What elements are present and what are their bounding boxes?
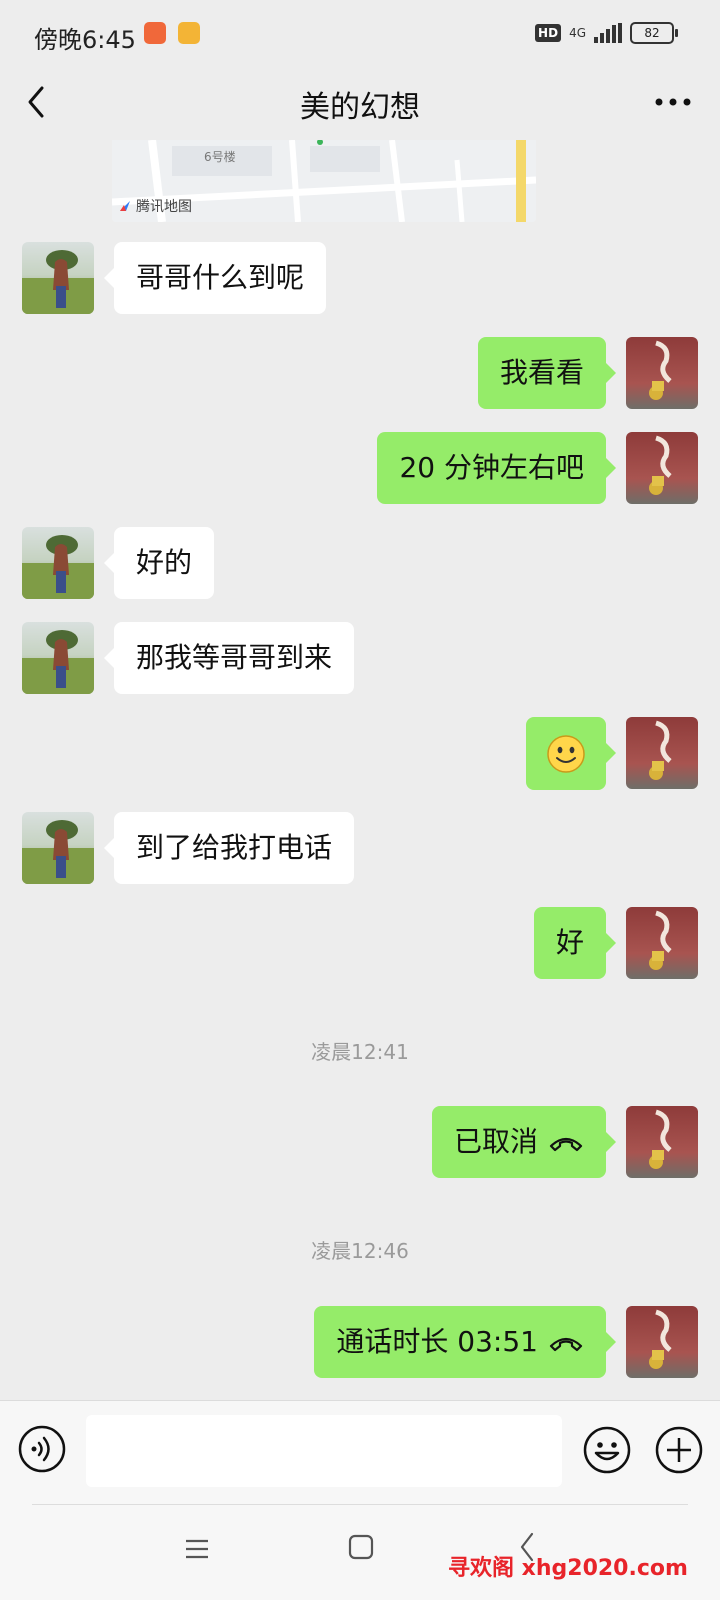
home-icon[interactable] (348, 1534, 374, 1560)
message-outgoing: 已取消 (431, 1106, 698, 1178)
system-nav-bar: 寻欢阁 xhg2020.com (0, 1500, 720, 1600)
message-bubble[interactable] (526, 717, 616, 790)
my-avatar[interactable] (626, 1306, 698, 1378)
phone-hangup-icon (549, 1137, 583, 1152)
map-label-text: 腾讯地图 (136, 199, 192, 215)
message-timestamp: 凌晨12:46 (311, 1239, 409, 1263)
notification-app-icon (178, 22, 200, 44)
message-bubble[interactable]: 我看看 (477, 337, 617, 409)
emoji-icon[interactable] (582, 1425, 632, 1475)
chat-header: 美的幻想 (0, 64, 720, 140)
my-avatar[interactable] (626, 432, 698, 504)
message-incoming: 哥哥什么到呢 (22, 242, 327, 314)
my-avatar[interactable] (626, 337, 698, 409)
my-avatar[interactable] (626, 907, 698, 979)
phone-hangup-icon (549, 1337, 583, 1352)
call-record-bubble[interactable]: 已取消 (431, 1106, 617, 1178)
chat-input-bar (0, 1400, 720, 1501)
call-duration-text: 通话时长 03:51 (336, 1325, 538, 1358)
message-outgoing: 好 (533, 907, 698, 979)
message-bubble[interactable]: 好的 (103, 527, 215, 599)
message-incoming: 到了给我打电话 (22, 812, 355, 884)
network-type: 4G (569, 26, 586, 40)
my-avatar[interactable] (626, 717, 698, 789)
tencent-map-icon (120, 201, 130, 211)
message-bubble[interactable]: 哥哥什么到呢 (103, 242, 327, 314)
message-outgoing: 我看看 (477, 337, 698, 409)
recent-apps-icon[interactable] (182, 1536, 212, 1562)
chat-title: 美的幻想 (300, 90, 420, 125)
message-bubble[interactable]: 那我等哥哥到来 (103, 622, 355, 694)
divider (32, 1504, 688, 1505)
message-incoming: 那我等哥哥到来 (22, 622, 355, 694)
message-input[interactable] (86, 1415, 562, 1487)
call-record-bubble[interactable]: 通话时长 03:51 (314, 1306, 616, 1378)
contact-avatar[interactable] (22, 527, 94, 599)
message-outgoing (526, 717, 698, 790)
message-bubble[interactable]: 好 (533, 907, 617, 979)
status-bar: 傍晚6:45 HD 4G 82 (0, 0, 720, 64)
notification-app-icon (144, 22, 166, 44)
location-map-card[interactable]: 6号楼 腾讯地图 (112, 140, 536, 222)
more-options-icon[interactable] (648, 82, 698, 122)
message-timestamp: 凌晨12:41 (311, 1040, 409, 1064)
status-indicators: HD 4G 82 (535, 22, 678, 44)
smiley-emoji-icon (547, 735, 585, 773)
plus-icon[interactable] (654, 1425, 704, 1475)
status-time: 傍晚6:45 (34, 26, 136, 54)
my-avatar[interactable] (626, 1106, 698, 1178)
signal-icon (594, 23, 622, 43)
voice-input-icon[interactable] (18, 1425, 66, 1473)
message-outgoing: 通话时长 03:51 (314, 1306, 698, 1378)
watermark-text: 寻欢阁 xhg2020.com (448, 1556, 688, 1581)
battery-icon: 82 (630, 22, 678, 44)
message-incoming: 好的 (22, 527, 215, 599)
message-bubble[interactable]: 到了给我打电话 (103, 812, 355, 884)
contact-avatar[interactable] (22, 812, 94, 884)
call-status-text: 已取消 (453, 1125, 538, 1158)
map-provider-label: 腾讯地图 (118, 196, 192, 216)
contact-avatar[interactable] (22, 242, 94, 314)
message-outgoing: 20 分钟左右吧 (377, 432, 698, 504)
hd-icon: HD (535, 24, 562, 42)
contact-avatar[interactable] (22, 622, 94, 694)
message-bubble[interactable]: 20 分钟左右吧 (377, 432, 616, 504)
map-building-label: 6号楼 (204, 150, 236, 164)
